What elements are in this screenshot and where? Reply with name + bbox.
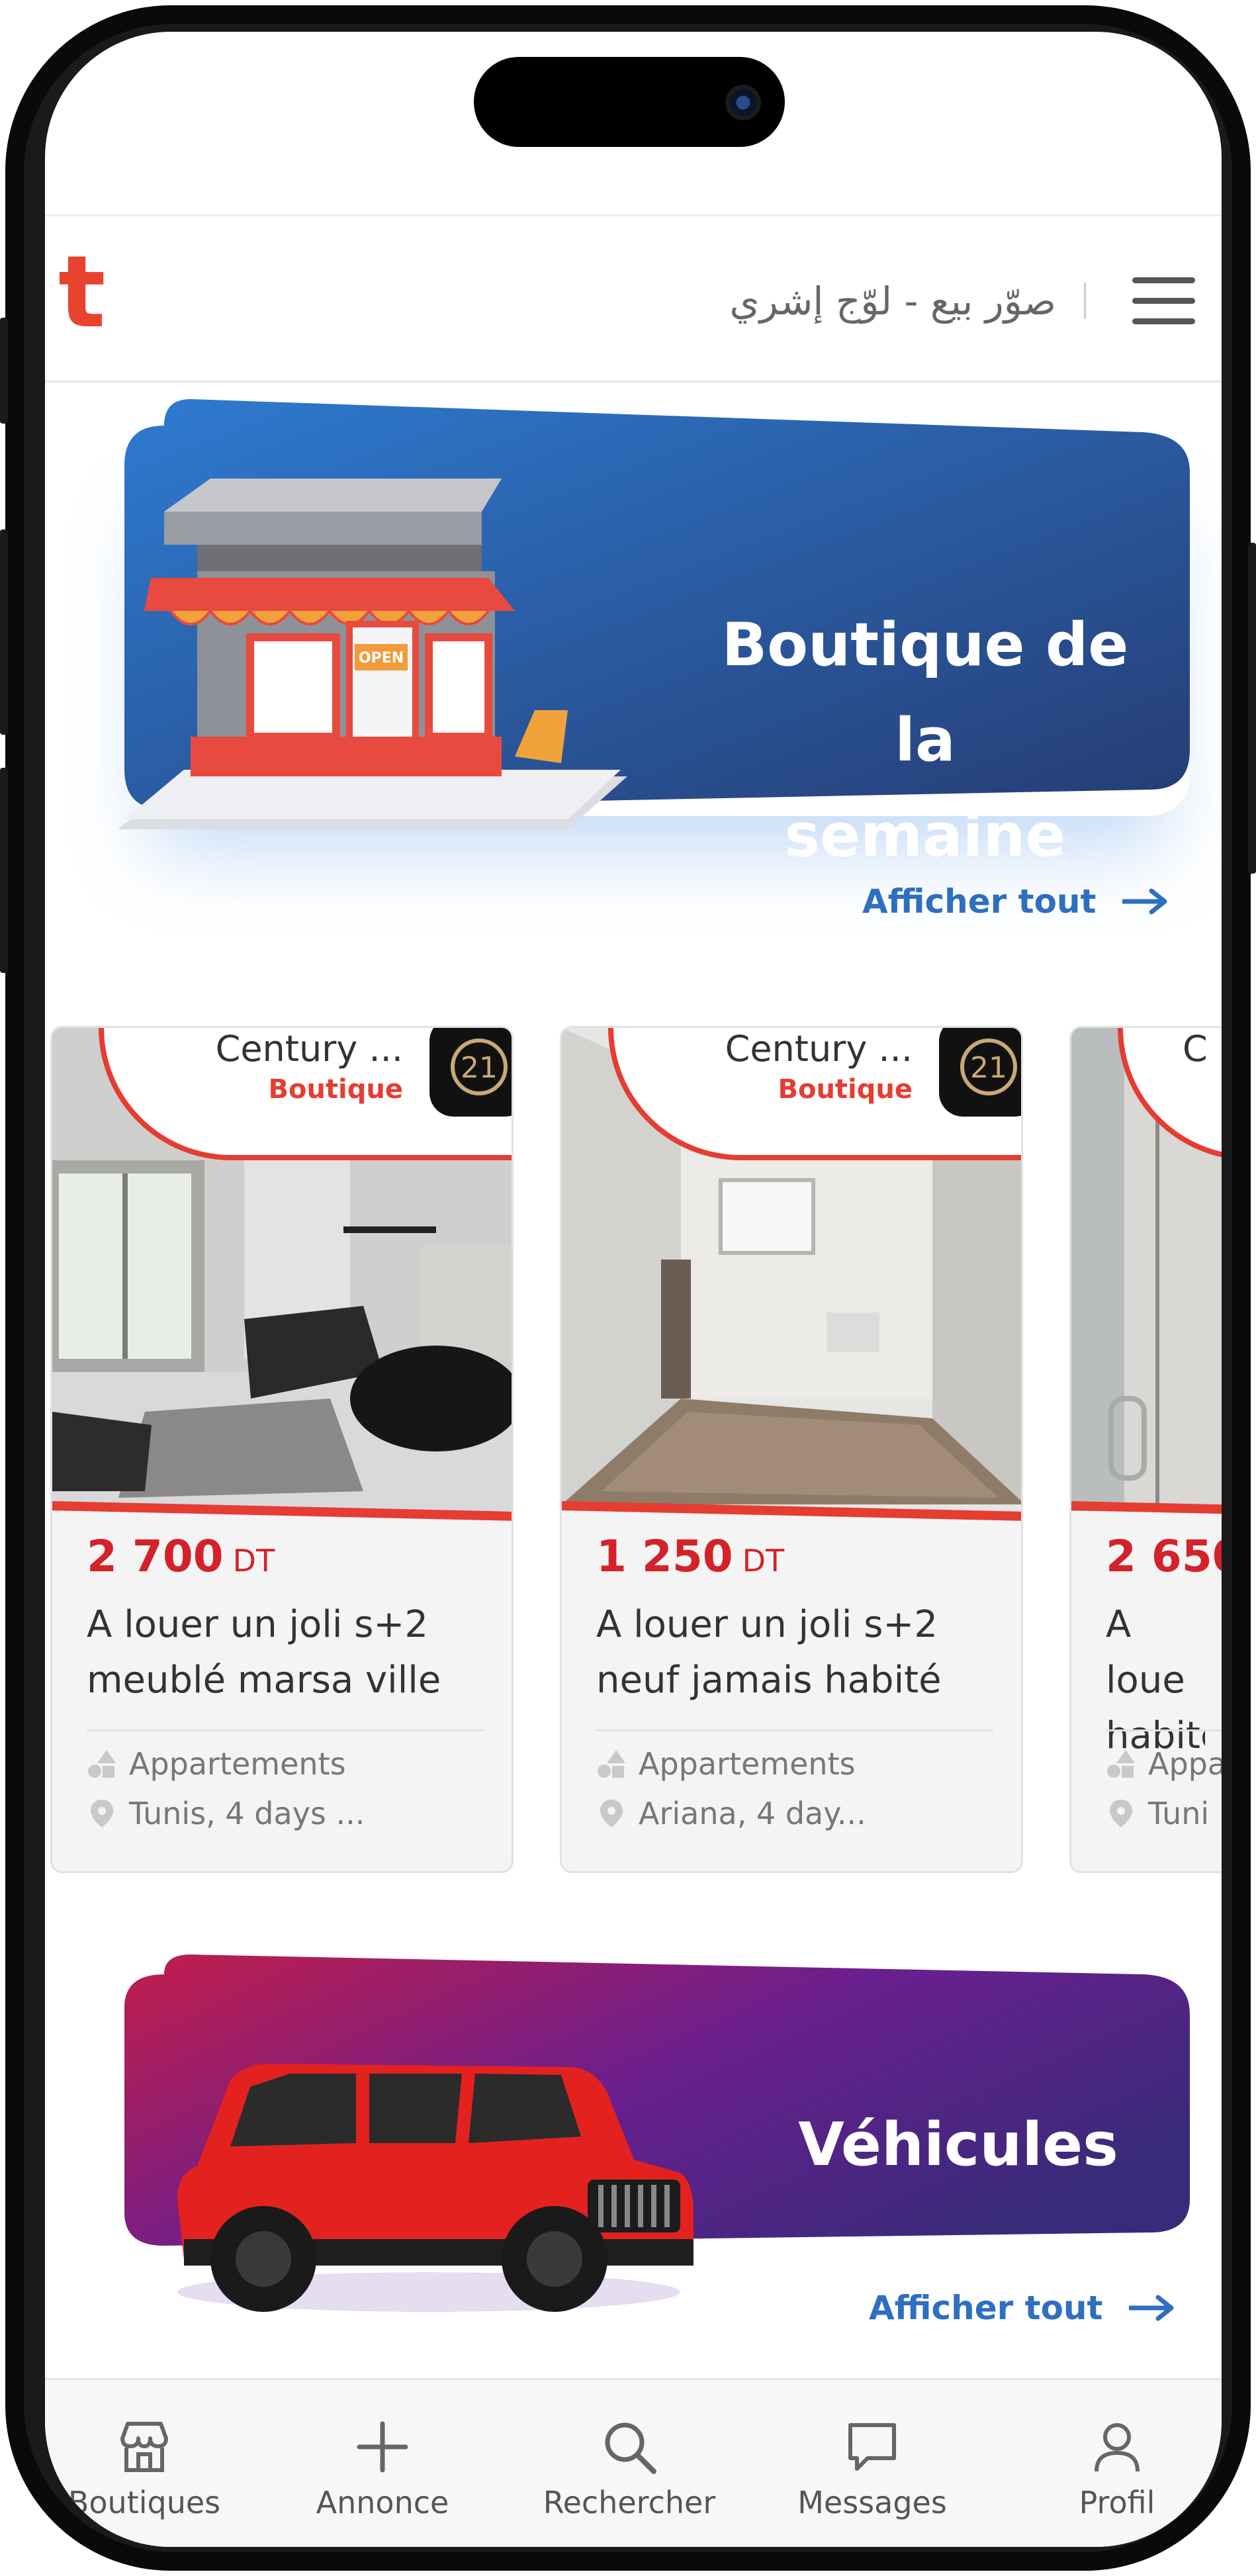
banner-boutique-title: Boutique de la semaine [721,610,1129,870]
dynamic-island [474,57,785,147]
listing-location: Ariana, 4 day... [596,1796,866,1831]
shop-name: Century ... [215,1028,403,1070]
banner-vehicules-title: Véhicules [798,2110,1118,2180]
shop-name: C [1183,1028,1208,1070]
listing-title: A louer un joli s+2 meublé marsa ville [87,1603,441,1702]
location-pin-icon [1110,1800,1132,1827]
listing-category: Appartements [87,1746,346,1782]
bottom-nav: Boutiques Annonce Rechercher Messages Pr… [45,2378,1222,2547]
card-divider [1106,1729,1222,1731]
photo-accent-line [1071,1501,1222,1522]
listing-price: 2 650 [1106,1531,1222,1582]
listing-price: 1 250 DT [596,1531,785,1582]
listing-price: 2 700 DT [87,1531,275,1582]
svg-text:OPEN: OPEN [359,650,404,667]
shop-badge[interactable]: Century ... Boutique 21 [608,1028,1021,1160]
svg-text:21: 21 [970,1051,1007,1085]
listing-title: A louer un joli s+2 neuf jamais habité [596,1603,942,1702]
listing-location: Tuni [1106,1796,1209,1831]
banner-boutique[interactable]: OPEN Boutique de la semaine Afficher tout [118,399,1190,921]
store-icon [120,2422,168,2472]
listing-location: Tunis, 4 days ... [87,1796,365,1831]
brand-logo[interactable]: t [58,243,111,342]
side-button [0,529,8,735]
shop-name: Century ... [725,1028,913,1070]
category-shapes-icon [598,1750,625,1778]
listing-category: Appa [1106,1746,1222,1782]
listing-card[interactable]: Century ... Boutique 21 1 250 DT A louer … [560,1026,1023,1873]
app-header: t صوّر بيع - لوّج إشري [45,214,1222,383]
card-divider [87,1729,484,1731]
message-icon [848,2423,896,2471]
plus-icon [357,2421,408,2473]
side-button [0,318,8,424]
arrow-right-icon [1129,2295,1174,2321]
nav-rechercher[interactable]: Rechercher [530,2418,729,2520]
nav-label: Annonce [316,2485,449,2520]
card-divider [596,1729,993,1731]
category-shapes-icon [1107,1750,1135,1778]
arrow-right-icon [1122,888,1167,915]
user-icon [1095,2423,1140,2472]
side-button [1248,543,1256,874]
nav-boutiques[interactable]: Boutiques [45,2418,244,2520]
listing-category: Appartements [596,1746,856,1782]
category-shapes-icon [88,1750,116,1778]
menu-icon[interactable] [1132,277,1195,324]
shop-kiosk-illustration: OPEN [118,479,627,829]
banner-vehicules[interactable]: Véhicules Afficher tout [124,1955,1190,2378]
location-pin-icon [600,1800,623,1827]
shop-badge[interactable]: Century ... Boutique 21 [99,1028,512,1160]
nav-messages[interactable]: Messages [773,2418,971,2520]
century21-logo: 21 [429,1028,512,1117]
nav-label: Profil [1079,2485,1155,2520]
header-tagline: صوّر بيع - لوّج إشري [729,279,1056,324]
side-button [0,768,8,973]
see-all-vehicules-link[interactable]: Afficher tout [869,2289,1175,2327]
see-all-boutiques-link[interactable]: Afficher tout [862,882,1169,921]
car-illustration [177,2064,694,2312]
listing-title: A loue habité [1106,1603,1205,1757]
camera-icon [725,85,761,120]
nav-profil[interactable]: Profil [1018,2418,1216,2520]
shop-type: Boutique [778,1074,913,1105]
location-pin-icon [91,1800,113,1827]
header-divider [1084,283,1086,319]
century21-logo: 21 [939,1028,1021,1117]
shop-type: Boutique [268,1074,403,1105]
nav-label: Boutiques [67,2485,221,2520]
nav-label: Rechercher [543,2485,716,2520]
nav-label: Messages [797,2485,947,2520]
listings-carousel[interactable]: Century ... Boutique 21 2 700 DT A louer … [45,991,1222,1885]
nav-annonce[interactable]: Annonce [283,2418,482,2520]
app-screen: t صوّر بيع - لوّج إشري OPEN Boutique de … [45,32,1222,2547]
search-icon [605,2422,656,2474]
listing-card[interactable]: Century ... Boutique 21 2 700 DT A louer … [50,1026,514,1873]
listing-card[interactable]: C 2 650 A loue habité Appa Tuni [1069,1026,1222,1873]
svg-text:21: 21 [461,1051,498,1085]
